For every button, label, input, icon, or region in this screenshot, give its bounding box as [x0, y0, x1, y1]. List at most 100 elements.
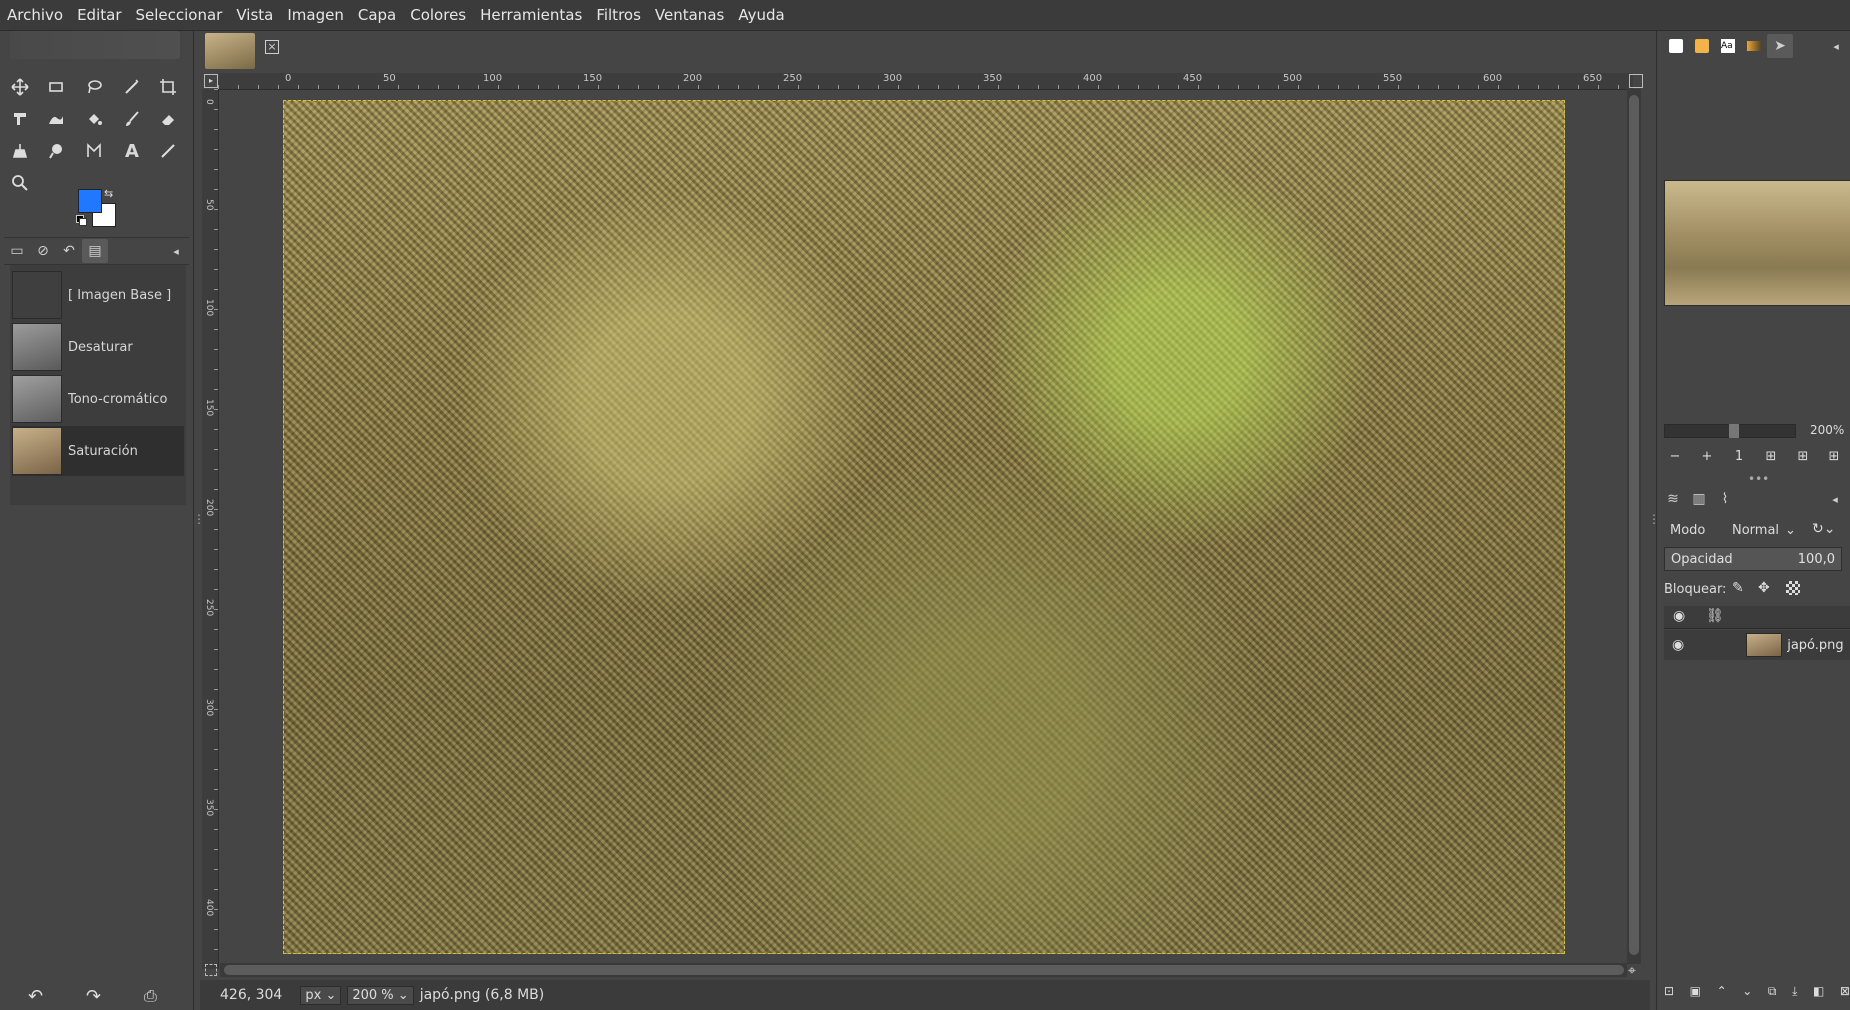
dock-separator-handle[interactable]: ••• — [1748, 472, 1769, 486]
lock-position-icon[interactable]: ✥ — [1758, 580, 1770, 596]
configure-tab-icon[interactable]: ◂ — [163, 239, 189, 263]
history-item[interactable]: Desaturar — [12, 322, 184, 372]
clear-history-icon[interactable]: ⎙ — [144, 986, 157, 1006]
paintbrush-icon[interactable] — [118, 105, 146, 133]
fonts-tab-icon[interactable]: Aa — [1715, 34, 1741, 58]
configure-tab-icon[interactable]: ◂ — [1822, 487, 1848, 511]
vertical-ruler[interactable]: 0 50 100 150 200 250 300 350 400 — [202, 89, 219, 969]
eraser-icon[interactable] — [154, 105, 182, 133]
layers-tab-icon[interactable]: ≋ — [1660, 487, 1686, 511]
ruler-corner-menu-icon[interactable]: ▸ — [204, 74, 218, 88]
gradients-tab-icon[interactable] — [1741, 34, 1767, 58]
chain-header-icon: ⛓ — [1706, 608, 1724, 624]
new-layer-icon[interactable]: ⊡ — [1664, 984, 1674, 1006]
transform-icon[interactable] — [6, 105, 34, 133]
delete-layer-icon[interactable]: ⊠ — [1840, 984, 1850, 1006]
configure-tab-icon[interactable]: ◂ — [1823, 34, 1849, 58]
color-picker-icon[interactable] — [154, 137, 182, 165]
new-group-icon[interactable]: ▣ — [1690, 984, 1701, 1006]
quick-mask-icon[interactable] — [205, 964, 217, 976]
scrollbar-thumb[interactable] — [224, 965, 1624, 975]
navigate-icon[interactable]: ⌖ — [1628, 963, 1636, 979]
brushes-tab-icon[interactable] — [1663, 34, 1689, 58]
undo-icon[interactable]: ↶ — [28, 986, 43, 1007]
bucket-fill-icon[interactable] — [80, 105, 108, 133]
patterns-tab-icon[interactable] — [1689, 34, 1715, 58]
zoom-fit-icon[interactable] — [1629, 74, 1643, 88]
menu-ventanas[interactable]: Ventanas — [648, 0, 731, 30]
image-tab-thumbnail[interactable] — [205, 33, 255, 69]
image-canvas[interactable] — [283, 100, 1565, 954]
opacity-field[interactable]: Opacidad 100,0 — [1664, 547, 1842, 571]
menu-editar[interactable]: Editar — [70, 0, 128, 30]
close-tab-icon[interactable]: × — [265, 40, 279, 54]
mode-dropdown[interactable]: Normal ⌄ — [1732, 518, 1804, 542]
history-item[interactable]: Tono-cromático — [12, 374, 184, 424]
menu-capa[interactable]: Capa — [351, 0, 403, 30]
device-status-tab-icon[interactable]: ⊘ — [30, 239, 56, 263]
scrollbar-thumb[interactable] — [1629, 95, 1639, 955]
layer-row[interactable]: ◉ japó.png — [1664, 630, 1850, 660]
menu-filtros[interactable]: Filtros — [589, 0, 648, 30]
undo-history-tab-icon[interactable]: ↶ — [56, 239, 82, 263]
vertical-scrollbar[interactable] — [1627, 89, 1641, 964]
warp-icon[interactable] — [42, 105, 70, 133]
tool-options-tab-icon[interactable]: ▭ — [4, 239, 30, 263]
zoom-out-icon[interactable]: − — [1664, 445, 1686, 467]
zoom-dropdown[interactable]: 200 % ⌄ — [347, 985, 414, 1005]
path-icon[interactable] — [80, 137, 108, 165]
lock-pixels-icon[interactable]: ✎ — [1732, 580, 1744, 596]
shrink-wrap-icon[interactable]: ⊞ — [1823, 445, 1845, 467]
history-thumbnail — [12, 323, 62, 371]
zoom-1-1-icon[interactable]: 1 — [1728, 445, 1750, 467]
zoom-fit-image-icon[interactable]: ⊞ — [1760, 445, 1782, 467]
navigation-preview[interactable] — [1664, 180, 1850, 306]
unit-dropdown[interactable]: px ⌄ — [300, 985, 342, 1005]
images-tab-icon[interactable]: ▤ — [82, 239, 108, 263]
lock-alpha-icon[interactable] — [1786, 581, 1800, 595]
horizontal-scrollbar[interactable] — [220, 963, 1627, 977]
ruler-tick-label: 400 — [204, 899, 214, 917]
clone-icon[interactable] — [6, 137, 34, 165]
duplicate-layer-icon[interactable]: ⧉ — [1768, 984, 1777, 1006]
menu-imagen[interactable]: Imagen — [280, 0, 350, 30]
menu-herramientas[interactable]: Herramientas — [473, 0, 589, 30]
rect-select-icon[interactable] — [42, 73, 70, 101]
lasso-icon[interactable] — [80, 73, 108, 101]
mode-value: Normal — [1732, 522, 1780, 538]
history-item[interactable]: [ Imagen Base ] — [12, 270, 184, 320]
redo-icon[interactable]: ↷ — [86, 986, 101, 1007]
menu-vista[interactable]: Vista — [229, 0, 280, 30]
foreground-color-swatch[interactable] — [78, 189, 102, 213]
raise-layer-icon[interactable]: ⌃ — [1717, 984, 1727, 1006]
menu-seleccionar[interactable]: Seleccionar — [129, 0, 230, 30]
crop-icon[interactable] — [154, 73, 182, 101]
eye-icon[interactable]: ◉ — [1672, 637, 1684, 653]
text-tool-icon[interactable]: A — [118, 137, 146, 165]
navigation-tab-icon[interactable]: ➤ — [1767, 34, 1793, 58]
zoom-fill-icon[interactable]: ⊞ — [1792, 445, 1814, 467]
smudge-icon[interactable] — [42, 137, 70, 165]
paths-tab-icon[interactable]: ⌇ — [1712, 487, 1738, 511]
swap-colors-icon[interactable]: ⇆ — [104, 187, 113, 200]
menu-archivo[interactable]: Archivo — [0, 0, 70, 30]
history-item-selected[interactable]: Saturación — [12, 426, 184, 476]
mask-icon[interactable]: ◧ — [1813, 984, 1824, 1006]
slider-handle[interactable] — [1729, 424, 1739, 438]
channels-tab-icon[interactable]: ▥ — [1686, 487, 1712, 511]
right-dock-splitter-handle[interactable]: ⋮ — [1648, 512, 1660, 526]
fuzzy-select-icon[interactable] — [118, 73, 146, 101]
zoom-icon[interactable] — [6, 169, 34, 197]
horizontal-ruler[interactable]: 0 50 100 150 200 250 300 350 400 450 500… — [218, 73, 1633, 90]
chevron-down-icon: ⌄ — [1785, 522, 1796, 538]
ruler-ticks — [218, 85, 1633, 89]
menu-ayuda[interactable]: Ayuda — [731, 0, 791, 30]
zoom-in-icon[interactable]: + — [1696, 445, 1718, 467]
lower-layer-icon[interactable]: ⌄ — [1742, 984, 1752, 1006]
navigation-zoom-slider[interactable] — [1664, 424, 1796, 438]
mode-reset-icon[interactable]: ↻⌄ — [1812, 521, 1835, 537]
move-tool-icon[interactable] — [6, 73, 34, 101]
menu-colores[interactable]: Colores — [403, 0, 473, 30]
merge-layer-icon[interactable]: ⤓ — [1792, 984, 1797, 1006]
default-colors-icon[interactable] — [76, 215, 87, 226]
